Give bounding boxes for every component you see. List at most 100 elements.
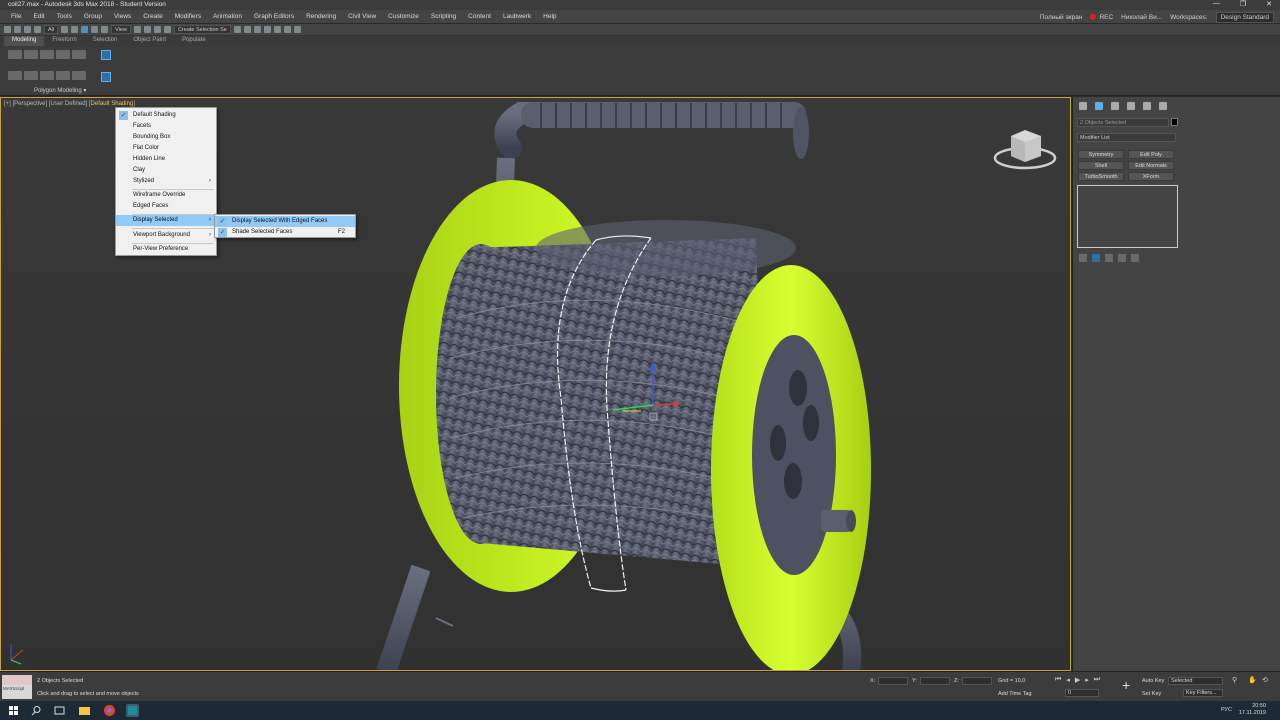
tab-selection[interactable]: Selection [85, 36, 126, 46]
windows-start-icon[interactable] [7, 704, 20, 717]
angle-snap-icon[interactable] [153, 26, 161, 33]
object-name-field[interactable]: 2 Objects Selected [1077, 118, 1169, 127]
selection-filter[interactable]: All [44, 25, 59, 34]
z-coordinate-field[interactable] [962, 677, 992, 685]
material-editor-icon[interactable] [273, 26, 281, 33]
shell-button[interactable]: Shell [1078, 161, 1124, 170]
symmetry-button[interactable]: Symmetry [1078, 150, 1124, 159]
viewcube-icon[interactable] [993, 130, 1057, 170]
viewport-label-prefix[interactable]: [+] [Perspective] [User Defined] [ [4, 101, 91, 107]
show-end-result-icon[interactable] [40, 71, 54, 80]
remove-modifier-icon[interactable] [1118, 254, 1126, 262]
vertex-icon[interactable] [8, 50, 22, 59]
menu-rendering[interactable]: Rendering [300, 13, 342, 20]
hierarchy-tab-icon[interactable] [1111, 102, 1119, 110]
create-tab-icon[interactable] [1079, 102, 1087, 110]
x-coordinate-field[interactable] [878, 677, 908, 685]
menu-edit[interactable]: Edit [27, 13, 50, 20]
undo-icon[interactable] [4, 26, 11, 33]
maxscript-listener[interactable]: MAXScript [2, 675, 32, 699]
menu-help[interactable]: Help [537, 13, 562, 20]
menu-file[interactable]: File [5, 13, 27, 20]
configure-modifier-sets-icon[interactable] [1131, 254, 1139, 262]
unlink-icon[interactable] [34, 26, 41, 33]
polygon-modeling-label[interactable]: Polygon Modeling ▾ [34, 87, 86, 94]
tab-object-paint[interactable]: Object Paint [125, 36, 174, 46]
file-explorer-icon[interactable] [78, 704, 91, 717]
y-coordinate-field[interactable] [920, 677, 950, 685]
system-clock[interactable]: 20:50 17.11.2019 [1239, 703, 1266, 717]
play-icon[interactable]: ▶ [1075, 676, 1080, 684]
add-time-tag[interactable]: Add Time Tag [998, 691, 1032, 697]
menu-group[interactable]: Group [78, 13, 108, 20]
named-selection-set[interactable]: Create Selection Se [173, 25, 231, 34]
menu-views[interactable]: Views [108, 13, 137, 20]
edge-icon[interactable] [24, 50, 38, 59]
menu-item-viewport-background[interactable]: Viewport Background › [116, 230, 216, 241]
layer-icon[interactable] [253, 26, 261, 33]
menu-item-clay[interactable]: Clay [116, 165, 216, 176]
3dsmax-taskbar-icon[interactable] [126, 704, 139, 717]
previous-frame-icon[interactable]: ◂ [1066, 676, 1070, 684]
menu-item-bounding-box[interactable]: Bounding Box [116, 132, 216, 143]
key-mode-select[interactable]: Selected [1168, 677, 1223, 685]
menu-item-flat-color[interactable]: Flat Color [116, 143, 216, 154]
tab-freeform[interactable]: Freeform [44, 36, 84, 46]
xform-button[interactable]: XForm [1128, 172, 1174, 181]
set-key-button[interactable]: Set Key [1142, 691, 1161, 697]
menu-tools[interactable]: Tools [51, 13, 78, 20]
modifier-list-dropdown[interactable]: Modifier List [1077, 133, 1176, 142]
auto-key-button[interactable]: Auto Key [1142, 678, 1164, 684]
reference-coord-select[interactable]: View [111, 25, 131, 34]
user-account[interactable]: Николай Ви... [1121, 14, 1162, 21]
collapse-stack-icon[interactable] [24, 71, 38, 80]
menu-item-stylized[interactable]: Stylized › [116, 176, 216, 187]
next-frame-icon[interactable]: ▸ [1085, 676, 1089, 684]
use-soft-selection-icon[interactable] [56, 71, 70, 80]
menu-item-shade-selected-faces[interactable]: ✓ Shade Selected Faces F2 [215, 227, 355, 238]
pivot-icon[interactable] [133, 26, 141, 33]
redo-icon[interactable] [14, 26, 21, 33]
current-frame-field[interactable]: 0 [1065, 689, 1099, 697]
rotate-icon[interactable] [91, 26, 99, 33]
show-end-result-icon[interactable] [1092, 254, 1100, 262]
chrome-icon[interactable] [103, 704, 116, 717]
move-icon[interactable] [81, 26, 89, 33]
menu-item-hidden-line[interactable]: Hidden Line [116, 154, 216, 165]
utilities-tab-icon[interactable] [1159, 102, 1167, 110]
edit-normals-button[interactable]: Edit Normals [1128, 161, 1174, 170]
close-button[interactable]: ✕ [1266, 0, 1272, 8]
zoom-icon[interactable]: ⚲ [1232, 676, 1237, 684]
menu-item-per-view-preference[interactable]: Per-View Preference [116, 244, 216, 255]
go-to-start-icon[interactable]: ⏮ [1055, 676, 1061, 684]
display-tab-icon[interactable] [1143, 102, 1151, 110]
select-by-name-icon[interactable] [71, 26, 79, 33]
menu-item-edged-faces[interactable]: Edged Faces [116, 201, 216, 212]
tab-modeling[interactable]: Modeling [4, 36, 45, 46]
render-icon[interactable] [293, 26, 301, 33]
element-icon[interactable] [72, 50, 86, 59]
turbosmooth-button[interactable]: TurboSmooth [1078, 172, 1124, 181]
menu-item-facets[interactable]: Facets [116, 121, 216, 132]
menu-laubwerk[interactable]: Laubwerk [497, 13, 537, 20]
scale-icon[interactable] [101, 26, 109, 33]
pan-icon[interactable]: ✋ [1248, 676, 1257, 684]
menu-modifiers[interactable]: Modifiers [169, 13, 207, 20]
workspace-select[interactable]: Design Standard [1215, 12, 1274, 23]
menu-create[interactable]: Create [137, 13, 169, 20]
set-key-plus-icon[interactable]: + [1122, 677, 1130, 693]
motion-tab-icon[interactable] [1127, 102, 1135, 110]
border-icon[interactable] [40, 50, 54, 59]
modifier-stack[interactable] [1077, 185, 1178, 248]
percent-snap-icon[interactable] [163, 26, 171, 33]
menu-animation[interactable]: Animation [207, 13, 248, 20]
modify-mode-icon[interactable] [8, 71, 22, 80]
pin-stack-icon[interactable] [1079, 254, 1087, 262]
tab-populate[interactable]: Populate [174, 36, 214, 46]
menu-scripting[interactable]: Scripting [425, 13, 462, 20]
edit-poly-button[interactable]: Edit Poly [1128, 150, 1174, 159]
key-filters-button[interactable]: Key Filters... [1183, 689, 1223, 697]
ribbon-pin-icon[interactable] [101, 50, 111, 60]
ribbon-expand-icon[interactable] [101, 72, 111, 82]
polygon-icon[interactable] [56, 50, 70, 59]
